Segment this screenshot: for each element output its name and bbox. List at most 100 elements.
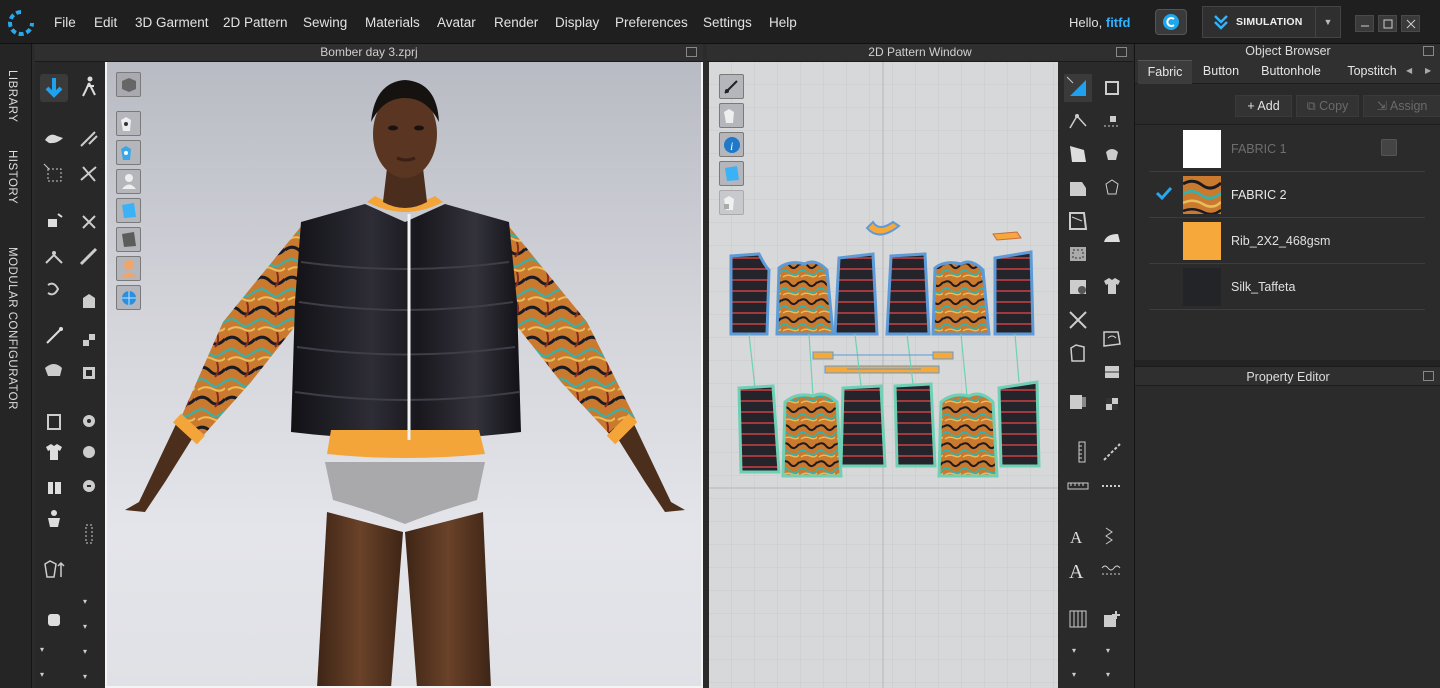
fold-arrangement-2d-tool[interactable] bbox=[1064, 388, 1092, 416]
show-texture-button[interactable] bbox=[116, 140, 141, 165]
zipper-tool[interactable] bbox=[75, 472, 103, 500]
cloud-button[interactable] bbox=[1155, 9, 1187, 35]
gift-tool[interactable] bbox=[40, 472, 68, 500]
username[interactable]: fitfd bbox=[1106, 15, 1131, 30]
buttonhole-tool[interactable] bbox=[75, 407, 103, 435]
garment-tool[interactable] bbox=[40, 438, 68, 466]
m-n-sewing-tool[interactable] bbox=[1098, 142, 1126, 170]
2d-pattern-viewport[interactable]: i bbox=[709, 62, 1058, 688]
menu-preferences[interactable]: Preferences bbox=[615, 0, 688, 44]
expand-arrow-icon[interactable]: ▾ bbox=[83, 647, 87, 656]
steam-tool[interactable] bbox=[40, 356, 68, 384]
render-mode-button[interactable] bbox=[116, 72, 141, 97]
fabric-thickness-button[interactable] bbox=[116, 227, 141, 252]
menu-2d-pattern[interactable]: 2D Pattern bbox=[223, 0, 288, 44]
expand-arrow-icon[interactable]: ▾ bbox=[83, 672, 87, 681]
popout-icon[interactable] bbox=[1116, 47, 1127, 57]
pattern-info-button[interactable]: i bbox=[719, 132, 744, 157]
button-tool[interactable] bbox=[40, 407, 68, 435]
copy-button[interactable]: ⧉ Copy bbox=[1296, 95, 1359, 117]
free-topstitch-tool[interactable] bbox=[1098, 522, 1126, 550]
assign-button[interactable]: ⇲ Assign bbox=[1363, 95, 1440, 117]
tab-history[interactable]: HISTORY bbox=[6, 150, 18, 204]
edit-pattern-tool[interactable] bbox=[1064, 108, 1092, 136]
close-button[interactable] bbox=[1401, 15, 1420, 32]
tab-buttonhole[interactable]: Buttonhole bbox=[1252, 60, 1330, 84]
popout-icon[interactable] bbox=[1423, 46, 1434, 56]
show-texture-2d-button[interactable] bbox=[719, 161, 744, 186]
fold-arrangement-tool[interactable] bbox=[75, 124, 103, 152]
expand-arrow-icon[interactable]: ▾ bbox=[1072, 670, 1076, 679]
lock-pattern-button[interactable] bbox=[719, 190, 744, 215]
grading-tool[interactable] bbox=[1064, 605, 1092, 633]
menu-file[interactable]: File bbox=[54, 0, 76, 44]
add-button[interactable]: + Add bbox=[1235, 95, 1292, 117]
topstitch-tool[interactable] bbox=[1098, 438, 1126, 466]
menu-settings[interactable]: Settings bbox=[703, 0, 752, 44]
tab-fabric[interactable]: Fabric bbox=[1138, 60, 1192, 84]
select-button-tool[interactable] bbox=[75, 438, 103, 466]
fold-tool[interactable] bbox=[40, 124, 68, 152]
minimize-button[interactable] bbox=[1355, 15, 1374, 32]
expand-arrow-icon[interactable]: ▾ bbox=[40, 670, 44, 679]
pattern-fabric-check-tool[interactable] bbox=[1098, 390, 1126, 418]
show-garment-button[interactable] bbox=[116, 111, 141, 136]
walk-simulation-tool[interactable] bbox=[75, 74, 103, 102]
edit-topstitch-tool[interactable] bbox=[1098, 556, 1126, 584]
puckering-tool[interactable] bbox=[1098, 324, 1126, 352]
menu-edit[interactable]: Edit bbox=[94, 0, 117, 44]
maximize-button[interactable] bbox=[1378, 15, 1397, 32]
menu-avatar[interactable]: Avatar bbox=[437, 0, 476, 44]
expand-arrow-icon[interactable]: ▾ bbox=[40, 645, 44, 654]
tab-modular-configurator[interactable]: MODULAR CONFIGURATOR bbox=[6, 247, 18, 410]
zipper-pull-tool[interactable] bbox=[75, 520, 103, 548]
fabric-check-tool[interactable] bbox=[75, 359, 103, 387]
expand-arrow-icon[interactable]: ▾ bbox=[83, 597, 87, 606]
garment-fit-tool[interactable] bbox=[40, 555, 68, 583]
rectangle-tool[interactable] bbox=[1064, 174, 1092, 202]
list-item-fabric-1[interactable]: FABRIC 1 bbox=[1149, 126, 1425, 172]
list-item-silk-taffeta[interactable]: Silk_Taffeta bbox=[1149, 264, 1425, 310]
internal-polygon-tool[interactable] bbox=[1064, 207, 1092, 235]
popout-icon[interactable] bbox=[686, 47, 697, 57]
menu-render[interactable]: Render bbox=[494, 0, 538, 44]
sewing-machine-tool[interactable] bbox=[40, 606, 68, 634]
tab-library[interactable]: LIBRARY bbox=[6, 70, 18, 123]
environment-button[interactable] bbox=[116, 285, 141, 310]
pin-tool[interactable] bbox=[40, 277, 68, 305]
dart-tool[interactable] bbox=[1064, 273, 1092, 301]
avatar-tool[interactable] bbox=[40, 505, 68, 533]
tab-button[interactable]: Button bbox=[1194, 60, 1248, 84]
free-sewing-tool[interactable] bbox=[1098, 108, 1126, 136]
show-2d-pattern-button[interactable] bbox=[719, 74, 744, 99]
polygon-tool[interactable] bbox=[1064, 140, 1092, 168]
expand-arrow-icon[interactable]: ▾ bbox=[83, 622, 87, 631]
show-garment-2d-button[interactable] bbox=[719, 103, 744, 128]
tab-topstitch[interactable]: Topstitch bbox=[1334, 60, 1410, 84]
menu-help[interactable]: Help bbox=[769, 0, 797, 44]
segment-sewing-tool[interactable] bbox=[1098, 74, 1126, 102]
avatar-display-button[interactable] bbox=[116, 256, 141, 281]
menu-sewing[interactable]: Sewing bbox=[303, 0, 347, 44]
text-edit-tool[interactable]: A bbox=[1064, 556, 1092, 584]
check-sewing-tool[interactable] bbox=[1098, 174, 1126, 202]
list-item-rib[interactable]: Rib_2X2_468gsm bbox=[1149, 218, 1425, 264]
expand-arrow-icon[interactable]: ▾ bbox=[1072, 646, 1076, 655]
menu-materials[interactable]: Materials bbox=[365, 0, 420, 44]
simulation-dropdown-arrow[interactable]: ▼ bbox=[1315, 7, 1340, 37]
show-avatar-button[interactable] bbox=[116, 169, 141, 194]
select-move-tool[interactable] bbox=[40, 74, 68, 102]
shrinkage-tool[interactable] bbox=[75, 326, 103, 354]
cut-sew-tool[interactable] bbox=[1064, 339, 1092, 367]
graphic-tool[interactable] bbox=[1098, 605, 1126, 633]
tack-arrangement-tool[interactable] bbox=[40, 243, 68, 271]
measure-tool[interactable] bbox=[40, 322, 68, 350]
pattern-garment-tool[interactable] bbox=[1098, 272, 1126, 300]
transform-pattern-tool[interactable] bbox=[75, 160, 103, 188]
tab-scroll-right-icon[interactable]: ▶ bbox=[1425, 66, 1431, 75]
expand-arrow-icon[interactable]: ▾ bbox=[1106, 670, 1110, 679]
trace-tool[interactable] bbox=[1064, 306, 1092, 334]
select-mesh-tool[interactable] bbox=[40, 160, 68, 188]
menu-3d-garment[interactable]: 3D Garment bbox=[135, 0, 209, 44]
skin-offset-tool[interactable] bbox=[75, 288, 103, 316]
